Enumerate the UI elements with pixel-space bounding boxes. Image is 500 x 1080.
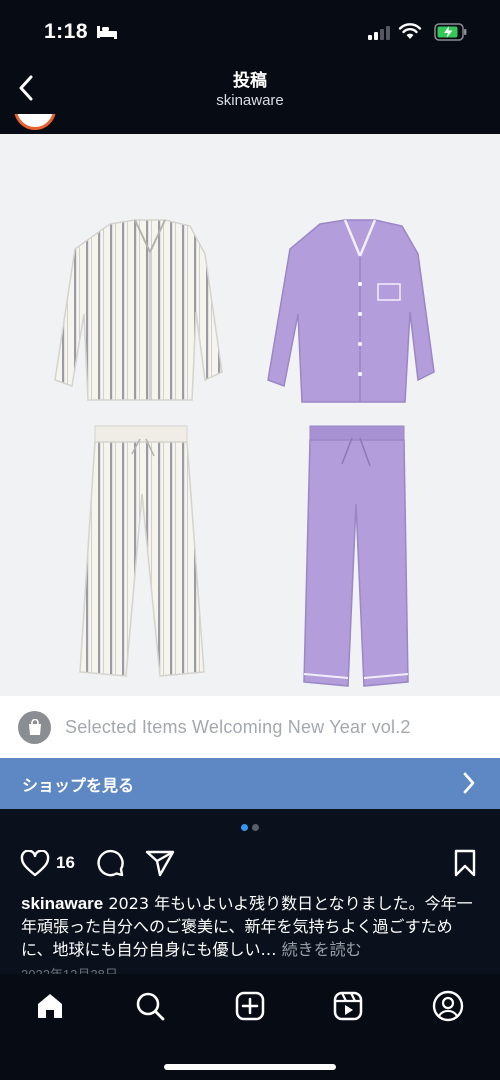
like-count: 16 [56,853,75,872]
sleep-focus-icon [96,24,118,45]
carousel-dot [252,824,259,831]
bookmark-icon [454,849,476,877]
tab-home[interactable] [20,986,80,1026]
pajama-products-image [54,219,435,687]
lavender-pants [303,425,409,687]
shopping-bag-icon [18,710,51,744]
post-header [0,114,500,134]
view-shop-button[interactable]: ショップを見る [0,758,500,809]
home-indicator [164,1064,336,1070]
post-image[interactable] [0,134,500,696]
share-button[interactable] [145,846,175,880]
tab-search[interactable] [120,986,180,1026]
send-icon [145,850,175,877]
avatar[interactable] [14,114,56,130]
comment-button[interactable] [95,846,125,880]
battery-charging-icon [434,23,468,46]
product-tag[interactable]: Selected Items Welcoming New Year vol.2 [0,696,500,758]
page-subtitle[interactable]: skinaware [0,92,500,109]
profile-icon [432,990,464,1022]
status-bar: 1:18 [0,0,500,62]
caption-username[interactable]: skinaware [21,894,103,913]
plus-square-icon [235,991,265,1021]
wifi-icon [398,22,422,45]
like-button[interactable]: 16 [20,846,75,880]
tab-create[interactable] [220,986,280,1026]
read-more-link[interactable]: 続きを読む [277,940,362,959]
striped-shirt [54,219,223,401]
home-icon [38,994,62,1018]
product-name: Selected Items Welcoming New Year vol.2 [65,716,411,737]
search-icon [136,992,165,1021]
view-shop-label: ショップを見る [22,775,135,795]
tab-reels[interactable] [318,986,378,1026]
striped-pants [79,425,205,677]
heart-icon [20,849,50,876]
page-title: 投稿 [233,71,267,91]
post-actions: 16 [0,846,500,882]
save-button[interactable] [453,846,477,880]
nav-bar: 投稿 skinaware [0,62,500,114]
carousel-dot [241,824,248,831]
reels-icon [333,991,363,1021]
status-time: 1:18 [44,20,89,43]
comment-icon [97,849,124,877]
lavender-shirt [267,219,435,403]
cellular-signal-icon [368,26,390,40]
post-caption: skinaware 2023 年もいよいよ残り数日となりました。今年一年頑張った… [21,892,483,961]
bottom-tab-bar [0,974,500,1080]
carousel-indicator [0,824,500,831]
chevron-right-icon [463,772,475,794]
tab-profile[interactable] [418,986,478,1026]
